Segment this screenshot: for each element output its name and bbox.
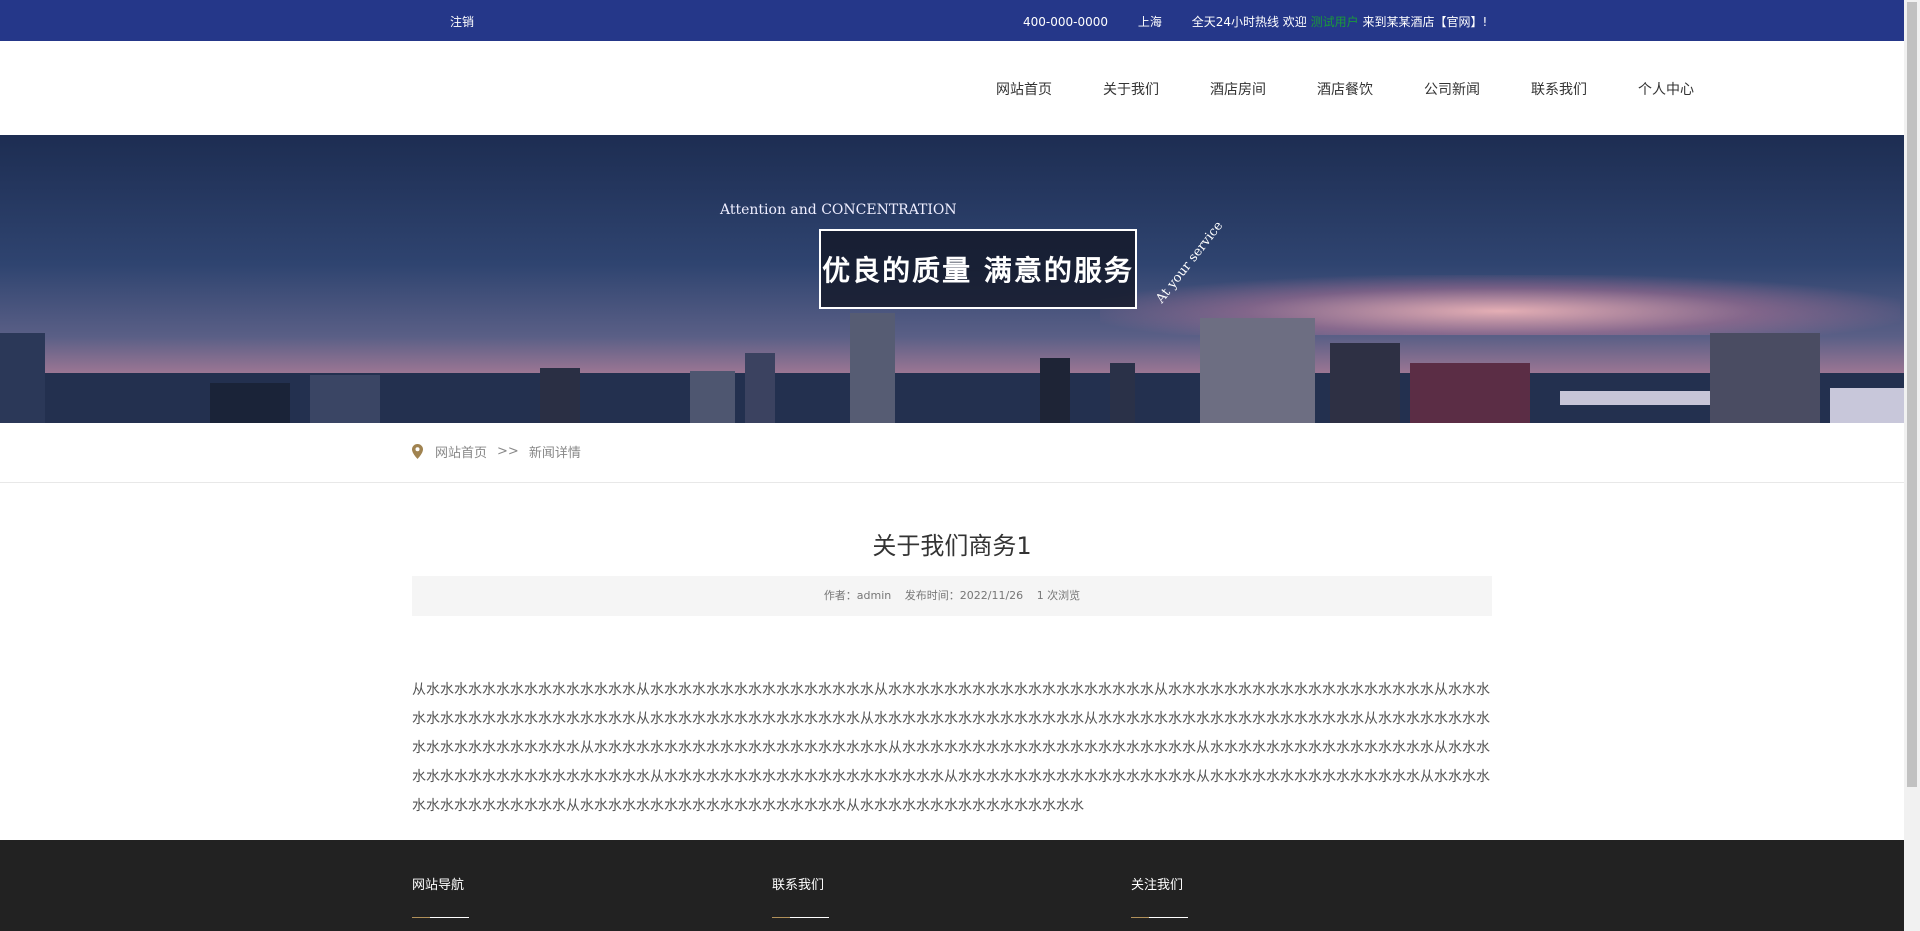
banner-tagline: Attention and CONCENTRATION bbox=[720, 202, 957, 218]
scrollbar-thumb[interactable] bbox=[1907, 2, 1917, 787]
top-bar-info: 400-000-0000 上海 全天24小时热线 欢迎 测试用户 来到某某酒店【… bbox=[1023, 13, 1487, 30]
breadcrumb: 网站首页 >> 新闻详情 bbox=[0, 423, 1904, 483]
nav-item-profile[interactable]: 个人中心 bbox=[1638, 79, 1694, 99]
article-author: 作者：admin bbox=[823, 589, 892, 602]
city-label: 上海 bbox=[1137, 15, 1162, 29]
article-published-date: 发布时间：2022/11/26 bbox=[904, 589, 1024, 602]
welcome-text: 全天24小时热线 欢迎 测试用户 来到某某酒店【官网】! bbox=[1192, 15, 1488, 29]
main-nav: 网站首页 关于我们 酒店房间 酒店餐饮 公司新闻 联系我们 个人中心 bbox=[0, 41, 1904, 135]
breadcrumb-home-link[interactable]: 网站首页 bbox=[435, 442, 487, 461]
article-view-count: 1 次浏览 bbox=[1036, 589, 1081, 602]
article-meta: 作者：admin 发布时间：2022/11/26 1 次浏览 bbox=[412, 576, 1492, 616]
footer-heading-site-nav: 网站导航 bbox=[412, 878, 465, 893]
footer-heading-follow: 关注我们 bbox=[1131, 878, 1184, 893]
hotline-phone: 400-000-0000 bbox=[1023, 15, 1109, 29]
footer-divider bbox=[412, 917, 469, 918]
hero-banner: Attention and CONCENTRATION 优良的质量 满意的服务 … bbox=[0, 135, 1904, 423]
article-title: 关于我们商务1 bbox=[872, 532, 1032, 560]
breadcrumb-inner: 网站首页 >> 新闻详情 bbox=[412, 442, 581, 461]
nav-item-dining[interactable]: 酒店餐饮 bbox=[1317, 79, 1373, 99]
breadcrumb-separator: >> bbox=[497, 444, 519, 459]
location-pin-icon bbox=[412, 444, 423, 459]
nav-item-home[interactable]: 网站首页 bbox=[996, 79, 1052, 99]
hours-label: 全天24小时热线 bbox=[1191, 15, 1279, 29]
welcome-prefix: 欢迎 bbox=[1282, 15, 1307, 29]
breadcrumb-current: 新闻详情 bbox=[528, 446, 581, 461]
city-skyline-image bbox=[0, 313, 1904, 423]
nav-item-rooms[interactable]: 酒店房间 bbox=[1210, 79, 1266, 99]
article-body: 从水水水水水水水水水水水水水水水从水水水水水水水水水水水水水水水水从水水水水水水… bbox=[412, 682, 1490, 814]
welcome-suffix: 来到某某酒店【官网】! bbox=[1362, 15, 1488, 29]
footer-column-follow: 关注我们 bbox=[1131, 874, 1188, 918]
footer-divider bbox=[772, 917, 829, 918]
footer-divider bbox=[1131, 917, 1188, 918]
nav-item-contact[interactable]: 联系我们 bbox=[1531, 79, 1587, 99]
top-bar: 注销 400-000-0000 上海 全天24小时热线 欢迎 测试用户 来到某某… bbox=[0, 0, 1904, 41]
footer-heading-contact: 联系我们 bbox=[772, 878, 825, 893]
footer-column-site-nav: 网站导航 bbox=[412, 874, 469, 918]
footer: 网站导航 联系我们 关注我们 bbox=[0, 840, 1904, 931]
page-scrollbar[interactable] bbox=[1904, 0, 1920, 931]
nav-item-about[interactable]: 关于我们 bbox=[1103, 79, 1159, 99]
banner-headline: 优良的质量 满意的服务 bbox=[819, 229, 1137, 309]
footer-column-contact: 联系我们 bbox=[772, 874, 829, 918]
nav-item-news[interactable]: 公司新闻 bbox=[1424, 79, 1480, 99]
username: 测试用户 bbox=[1310, 15, 1359, 29]
nav-menu: 网站首页 关于我们 酒店房间 酒店餐饮 公司新闻 联系我们 个人中心 bbox=[945, 79, 1694, 99]
logout-link[interactable]: 注销 bbox=[450, 13, 474, 30]
